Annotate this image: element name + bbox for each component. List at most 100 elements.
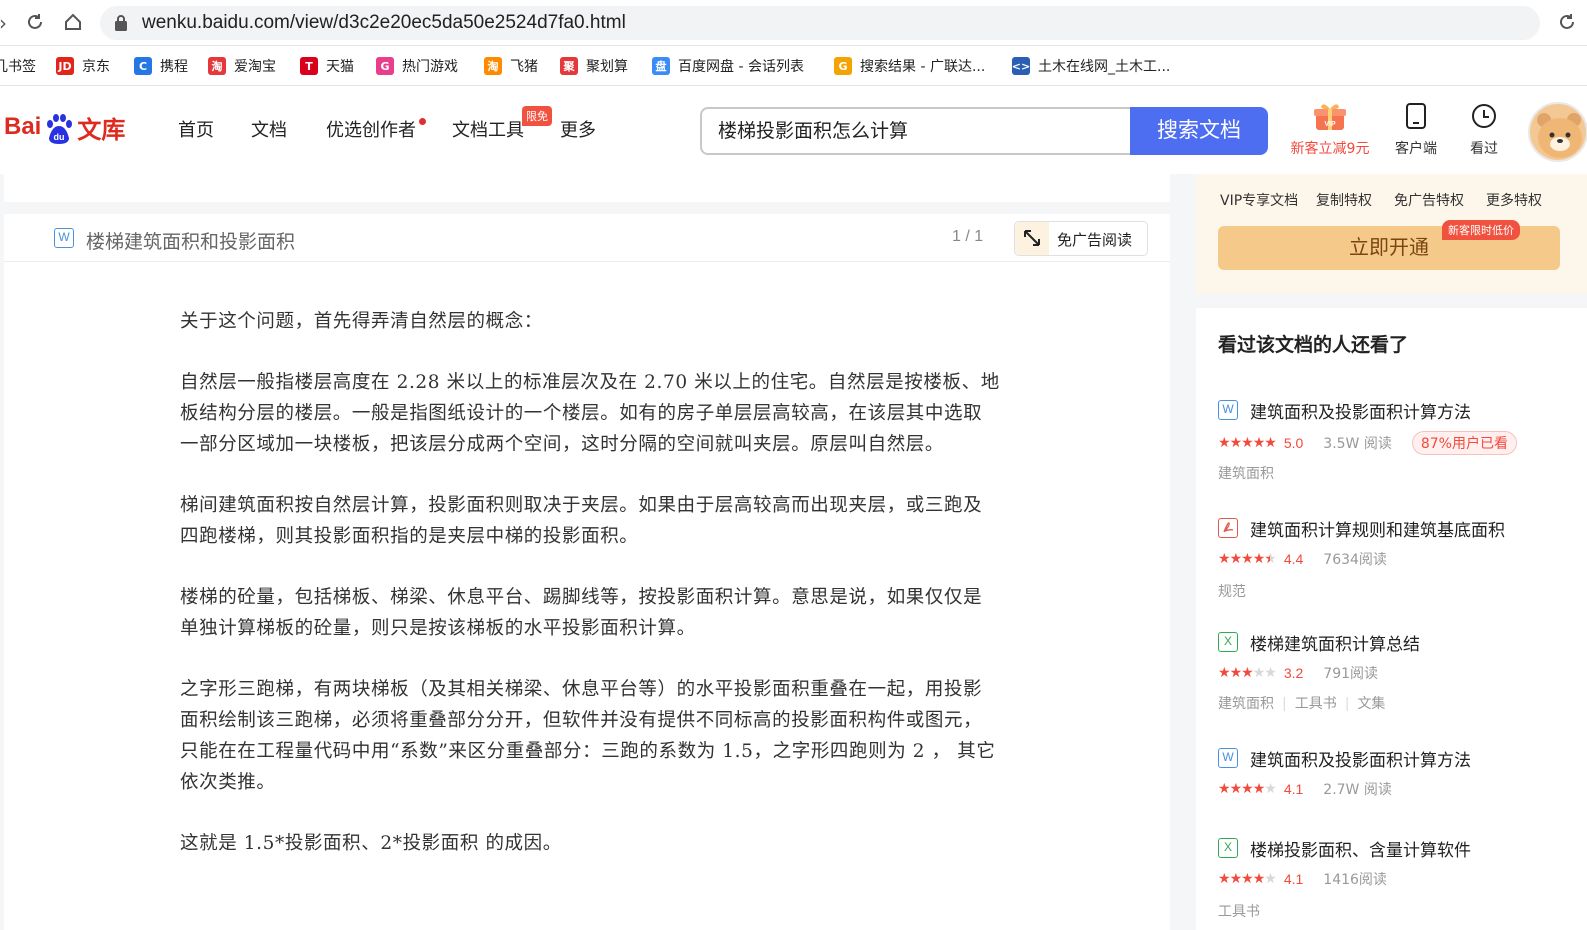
search-button[interactable]: 搜索文档: [1130, 107, 1268, 155]
bookmark-item[interactable]: C 携程: [134, 54, 188, 78]
content-top-strip: [4, 174, 1170, 202]
bookmark-label: 热门游戏: [402, 59, 458, 75]
star-empty-icon: ★: [1264, 665, 1277, 681]
star-full-icon: ★: [1218, 871, 1231, 887]
recommended-doc-title[interactable]: 楼梯投影面积、含量计算软件: [1250, 836, 1471, 861]
address-bar[interactable]: wenku.baidu.com/view/d3c2e20ec5da50e2524…: [100, 6, 1540, 40]
juhuasuan-icon: 聚: [560, 57, 578, 75]
vip-perk-more[interactable]: 更多特权: [1486, 190, 1542, 210]
search-box: [700, 107, 1132, 155]
rating-score: 4.1: [1283, 781, 1304, 797]
read-count: 3.5W 阅读: [1323, 436, 1392, 452]
doc-tag[interactable]: 规范: [1218, 584, 1246, 600]
bookmarks-bar: 几书签 JD 京东 C 携程淘爱淘宝 T 天猫 G 热门游戏淘飞猪聚聚划算盘百度网盘 - 会话列…: [0, 46, 1587, 86]
doc-tag[interactable]: 工具书: [1295, 696, 1337, 712]
bookmark-item[interactable]: T 天猫: [300, 54, 354, 78]
vip-perk-exclusive[interactable]: VIP专享文档: [1220, 190, 1298, 210]
bookmark-item[interactable]: 淘飞猪: [484, 54, 538, 78]
doc-paragraph: 之字形三跑梯，有两块梯板（及其相关梯梁、休息平台等）的水平投影面积重叠在一起，用…: [180, 679, 996, 793]
star-half-icon: ★: [1264, 551, 1277, 567]
doc-tag[interactable]: 建筑面积: [1218, 466, 1274, 482]
refresh-icon[interactable]: [1557, 12, 1577, 37]
star-full-icon: ★: [1241, 781, 1254, 797]
ad-free-label: 免广告阅读: [1057, 231, 1133, 249]
word-doc-icon: W: [1218, 400, 1238, 420]
vip-gift-icon: VIP: [1314, 104, 1346, 130]
star-full-icon: ★: [1218, 781, 1231, 797]
doc-tag[interactable]: 文集: [1357, 696, 1385, 712]
reload-icon[interactable]: [24, 12, 46, 34]
vip-perk-noad[interactable]: 免广告特权: [1394, 190, 1464, 210]
recommendations-heading: 看过该文档的人还看了: [1218, 334, 1409, 356]
star-full-icon: ★: [1252, 435, 1266, 451]
fliggy-icon: 淘: [484, 57, 502, 75]
star-full-icon: ★: [1241, 551, 1254, 567]
client-label: 客户端: [1395, 141, 1437, 157]
baidu-wenku-logo[interactable]: Bai du 文库: [4, 102, 125, 152]
back-icon[interactable]: ›: [0, 12, 14, 34]
star-rating: ★★★★★: [1218, 871, 1277, 887]
logo-wenku-text: 文库: [77, 115, 126, 144]
nav-home[interactable]: 首页: [178, 116, 214, 142]
doc-tag[interactable]: 建筑面积: [1218, 696, 1274, 712]
star-full-icon: ★: [1241, 871, 1254, 887]
lock-icon: [115, 15, 127, 31]
doc-tag[interactable]: 工具书: [1218, 904, 1260, 920]
recommended-doc-title[interactable]: 楼梯建筑面积计算总结: [1250, 630, 1420, 655]
word-doc-icon: W: [54, 228, 74, 248]
bookmark-label: 搜索结果 - 广联达...: [860, 59, 986, 75]
nav-creators[interactable]: 优选创作者: [326, 116, 416, 142]
site-header: Bai du 文库 首页 文档 优选创作者 文档工具 限免 更多 搜索文档 VI…: [0, 86, 1587, 174]
word-doc-icon: W: [1218, 748, 1238, 768]
history[interactable]: 看过: [1462, 102, 1506, 158]
doc-paragraph: 这就是 1.5*投影面积、2*投影面积 的成因。: [180, 833, 562, 854]
nav-more[interactable]: 更多: [560, 116, 596, 142]
vip-promo[interactable]: VIP 新客立减9元: [1288, 102, 1372, 158]
tag-separator: |: [1344, 696, 1350, 712]
doc-tags: 建筑面积: [1218, 463, 1274, 483]
home-icon[interactable]: [62, 12, 84, 34]
bookmark-item[interactable]: 聚聚划算: [560, 54, 628, 78]
document-body: 关于这个问题，首先得弄清自然层的概念： 自然层一般指楼层高度在 2.28 米以上…: [180, 306, 1000, 889]
vip-perk-copy[interactable]: 复制特权: [1316, 190, 1372, 210]
star-full-icon: ★: [1218, 551, 1231, 567]
star-full-icon: ★: [1264, 435, 1277, 451]
star-rating: ★★★★★: [1218, 551, 1277, 567]
bookmark-item[interactable]: G 搜索结果 - 广联达...: [834, 54, 985, 78]
read-count: 2.7W 阅读: [1323, 782, 1392, 798]
recommended-doc-meta: ★★★★★ 3.2 791阅读: [1218, 663, 1398, 683]
doc-tags: 规范: [1218, 581, 1246, 601]
vip-promo-label: 新客立减9元: [1290, 141, 1370, 157]
bookmark-item[interactable]: JD 京东: [56, 54, 110, 78]
star-rating: ★★★★★: [1218, 781, 1277, 797]
viewed-percent-badge: 87%用户已看: [1411, 431, 1517, 455]
avatar[interactable]: [1528, 102, 1587, 162]
ad-free-reading-button[interactable]: 免广告阅读: [1014, 221, 1148, 256]
bookmark-item[interactable]: <> 土木在线网_土木工...: [1012, 54, 1170, 78]
star-full-icon: ★: [1218, 435, 1231, 451]
logo-du-text: du: [54, 132, 65, 142]
client-download[interactable]: 客户端: [1392, 102, 1440, 158]
recommended-doc-title[interactable]: 建筑面积计算规则和建筑基底面积: [1250, 516, 1505, 541]
ctrip-icon: C: [134, 57, 152, 75]
bookmark-item[interactable]: 几书签: [0, 54, 36, 78]
search-input[interactable]: [718, 118, 1118, 140]
star-rating: ★★★★★: [1218, 435, 1277, 451]
recommended-doc-title[interactable]: 建筑面积及投影面积计算方法: [1250, 746, 1471, 771]
nav-doc-tools[interactable]: 文档工具: [452, 116, 524, 142]
rating-score: 3.2: [1283, 665, 1304, 681]
limited-offer-badge: 新客限时低价: [1442, 220, 1520, 240]
baidu-netdisk-icon: 盘: [652, 57, 670, 75]
bookmark-label: 爱淘宝: [234, 59, 276, 75]
bookmark-item[interactable]: G 热门游戏: [376, 54, 458, 78]
nav-docs[interactable]: 文档: [251, 116, 287, 142]
bookmark-label: 几书签: [0, 59, 36, 75]
bookmark-label: 天猫: [326, 59, 354, 75]
jd-icon: JD: [56, 57, 74, 75]
bookmark-label: 土木在线网_土木工...: [1038, 59, 1171, 75]
bookmark-label: 京东: [82, 59, 110, 75]
recommended-doc-title[interactable]: 建筑面积及投影面积计算方法: [1250, 398, 1471, 423]
bookmark-item[interactable]: 盘百度网盘 - 会话列表: [652, 54, 804, 78]
document-title: 楼梯建筑面积和投影面积: [86, 231, 296, 253]
bookmark-item[interactable]: 淘爱淘宝: [208, 54, 276, 78]
